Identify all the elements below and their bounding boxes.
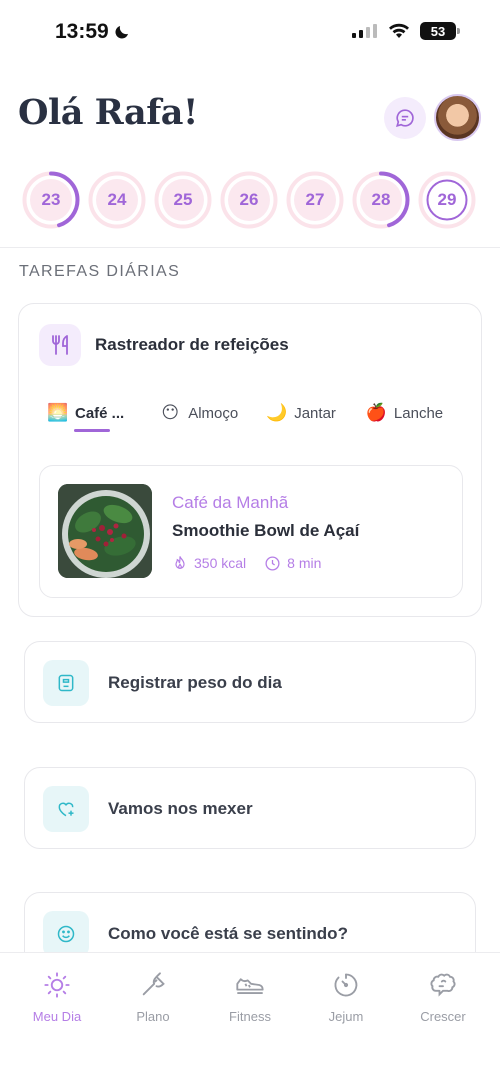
nav-meu-dia[interactable]: Meu Dia bbox=[12, 971, 102, 1024]
task-exercise[interactable]: Vamos nos mexer bbox=[24, 767, 476, 849]
scale-icon bbox=[58, 674, 74, 692]
avatar[interactable] bbox=[434, 94, 481, 141]
day-item[interactable]: 26 bbox=[220, 171, 278, 229]
day-item[interactable]: 23 bbox=[22, 171, 80, 229]
battery-icon: 53 bbox=[420, 22, 460, 40]
recipe-meta: 350 kcal 8 min bbox=[172, 554, 321, 572]
status-indicators: 53 bbox=[352, 22, 460, 40]
day-item[interactable]: 27 bbox=[286, 171, 344, 229]
task-label: Vamos nos mexer bbox=[108, 799, 253, 818]
nav-label: Jejum bbox=[328, 1009, 364, 1024]
greeting-title: Olá Rafa! bbox=[18, 92, 198, 133]
tab-dinner[interactable]: 🌙 Jantar bbox=[266, 398, 336, 428]
day-number: 23 bbox=[41, 190, 61, 209]
status-time: 13:59 bbox=[55, 20, 131, 44]
fork-icon bbox=[142, 972, 165, 996]
task-icon-box bbox=[43, 911, 89, 957]
day-selector: 23 24 25 26 27 28 29 bbox=[22, 171, 476, 229]
tab-label: Café ... bbox=[75, 404, 125, 422]
recipe-card[interactable]: Café da Manhã Smoothie Bowl de Açaí 350 … bbox=[39, 465, 463, 598]
nav-label: Fitness bbox=[229, 1009, 271, 1024]
tab-breakfast[interactable]: 🌅 Café ... bbox=[47, 398, 125, 432]
day-number: 28 bbox=[371, 190, 391, 209]
recipe-image bbox=[58, 484, 152, 578]
flame-icon bbox=[175, 556, 185, 569]
wifi-icon bbox=[389, 23, 409, 38]
task-icon-box bbox=[43, 786, 89, 832]
time-text: 8 min bbox=[287, 555, 322, 571]
chat-icon bbox=[396, 109, 414, 127]
sun-icon bbox=[44, 972, 70, 998]
day-number: 25 bbox=[173, 190, 193, 209]
recipe-category: Café da Manhã bbox=[172, 493, 289, 512]
day-number: 26 bbox=[239, 190, 259, 209]
day-number: 24 bbox=[107, 190, 127, 209]
tab-label: Lanche bbox=[393, 404, 444, 422]
moon-icon: 🌙 bbox=[266, 403, 288, 422]
day-item[interactable]: 25 bbox=[154, 171, 212, 229]
recipe-time: 8 min bbox=[264, 555, 321, 572]
battery-level: 53 bbox=[430, 23, 446, 39]
sunrise-icon: 🌅 bbox=[47, 403, 69, 422]
day-item-selected[interactable]: 29 bbox=[418, 171, 476, 229]
clock-icon bbox=[265, 555, 280, 571]
nav-label: Crescer bbox=[420, 1009, 466, 1024]
nav-crescer[interactable]: Crescer bbox=[398, 971, 488, 1024]
tab-label: Almoço bbox=[188, 404, 239, 422]
tab-underline bbox=[74, 429, 110, 432]
apple-icon: 🍎 bbox=[365, 403, 388, 422]
tab-label: Jantar bbox=[294, 404, 336, 422]
meal-icon-box bbox=[39, 324, 81, 366]
meal-tabs: 🌅 Café ... 😶 Almoço 🌙 Jantar 🍎 Lanche bbox=[47, 398, 443, 432]
utensils-icon bbox=[52, 335, 68, 355]
bottom-nav: Meu Dia Plano Fitness Jejum Crescer bbox=[0, 952, 500, 1084]
timer-icon bbox=[334, 973, 358, 997]
brain-icon bbox=[430, 973, 456, 997]
smile-icon bbox=[57, 925, 75, 943]
kcal-text: 350 kcal bbox=[194, 555, 247, 571]
nav-label: Meu Dia bbox=[32, 1009, 82, 1024]
recipe-kcal: 350 kcal bbox=[172, 554, 246, 572]
nav-jejum[interactable]: Jejum bbox=[301, 971, 391, 1024]
tab-snack[interactable]: 🍎 Lanche bbox=[366, 398, 443, 428]
task-label: Como você está se sentindo? bbox=[108, 924, 348, 943]
tab-lunch[interactable]: 😶 Almoço bbox=[160, 398, 238, 428]
chat-button[interactable] bbox=[384, 97, 426, 139]
task-label: Registrar peso do dia bbox=[108, 673, 282, 692]
nav-label: Plano bbox=[136, 1009, 170, 1024]
task-icon-box bbox=[43, 660, 89, 706]
nav-plano[interactable]: Plano bbox=[108, 971, 198, 1024]
meal-tracker-title: Rastreador de refeições bbox=[95, 335, 289, 354]
moon-icon bbox=[115, 26, 128, 39]
day-item[interactable]: 24 bbox=[88, 171, 146, 229]
status-time-text: 13:59 bbox=[55, 20, 109, 43]
heart-plus-icon bbox=[58, 802, 74, 817]
signal-icon bbox=[352, 24, 377, 38]
face-icon: 😶 bbox=[161, 403, 180, 422]
divider bbox=[0, 247, 500, 248]
section-title: TAREFAS DIÁRIAS bbox=[19, 263, 181, 280]
day-number: 27 bbox=[305, 190, 325, 209]
sneaker-icon bbox=[236, 978, 264, 994]
meal-tracker-card: Rastreador de refeições 🌅 Café ... 😶 Alm… bbox=[18, 303, 482, 617]
recipe-name: Smoothie Bowl de Açaí bbox=[172, 521, 360, 540]
day-number: 29 bbox=[437, 190, 457, 209]
task-weight[interactable]: Registrar peso do dia bbox=[24, 641, 476, 723]
nav-fitness[interactable]: Fitness bbox=[205, 971, 295, 1024]
status-bar: 13:59 53 bbox=[0, 0, 500, 70]
day-item[interactable]: 28 bbox=[352, 171, 410, 229]
